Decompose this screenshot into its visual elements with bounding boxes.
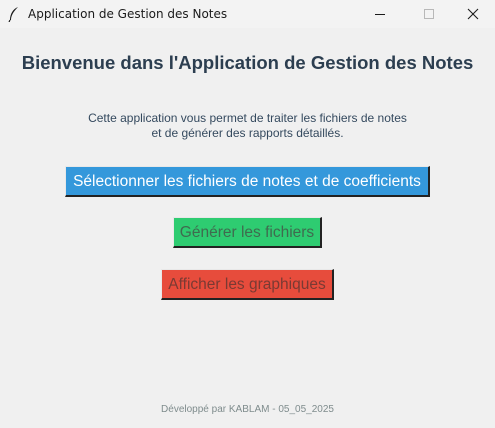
welcome-heading: Bienvenue dans l'Application de Gestion … — [21, 52, 474, 73]
close-button[interactable] — [450, 0, 495, 28]
description-line-2: et de générer des rapports détaillés. — [151, 126, 344, 140]
title-bar[interactable]: Application de Gestion des Notes — [0, 0, 495, 28]
select-files-button[interactable]: Sélectionner les fichiers de notes et de… — [65, 166, 430, 197]
window-title: Application de Gestion des Notes — [28, 7, 228, 21]
maximize-button[interactable] — [406, 0, 452, 28]
feather-icon — [8, 7, 18, 22]
minimize-button[interactable] — [357, 0, 403, 28]
generate-files-button[interactable]: Générer les fichiers — [173, 217, 322, 248]
footer-credit: Développé par KABLAM - 05_05_2025 — [161, 404, 334, 415]
show-graphs-button[interactable]: Afficher les graphiques — [161, 269, 334, 300]
close-icon — [467, 8, 479, 20]
minimize-icon — [375, 14, 385, 15]
description-line-1: Cette application vous permet de traiter… — [88, 111, 407, 125]
maximize-icon — [424, 9, 434, 19]
app-description: Cette application vous permet de traiter… — [0, 111, 495, 141]
